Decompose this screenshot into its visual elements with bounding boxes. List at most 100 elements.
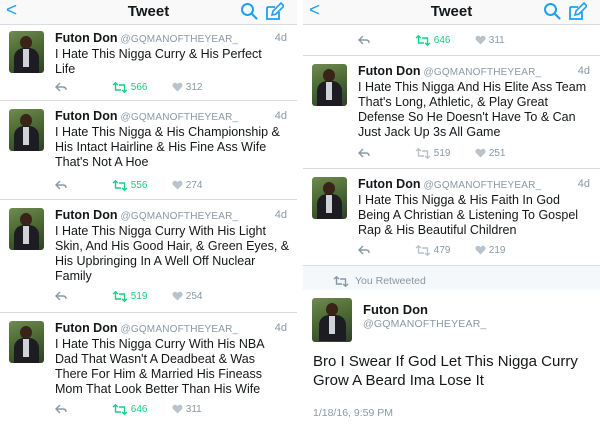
tweet-time: 4d xyxy=(577,178,590,190)
tweet-timestamp: 1/18/16, 9:59 PM xyxy=(313,407,393,419)
tweet-text: I Hate This Nigga Curry With His NBA Dad… xyxy=(55,337,265,396)
like-count: 254 xyxy=(185,291,203,302)
retweet-count: 479 xyxy=(433,245,451,256)
tweet-actions: 519 254 xyxy=(55,290,255,304)
retweet-count: 519 xyxy=(433,148,451,159)
retweet-button[interactable]: 556 xyxy=(112,179,147,193)
retweet-button[interactable]: 519 xyxy=(415,147,450,161)
tweet-actions-partial: 646 311 xyxy=(303,25,600,56)
like-count: 312 xyxy=(185,82,203,93)
like-count: 311 xyxy=(488,35,505,46)
author-name: Futon Don @GQMANOFTHEYEAR_ xyxy=(358,64,541,80)
author-handle: @GQMANOFTHEYEAR_ xyxy=(120,211,239,222)
avatar[interactable] xyxy=(9,208,44,250)
retweet-count: 646 xyxy=(130,404,148,415)
like-button[interactable]: 251 xyxy=(475,147,505,161)
tweet-time: 4d xyxy=(274,209,287,221)
reply-icon[interactable] xyxy=(55,179,67,193)
tweet-item[interactable]: Futon Don @GQMANOFTHEYEAR_ 4d I Hate This… xyxy=(0,200,297,313)
author-name-text: Futon Don xyxy=(358,64,421,78)
like-button[interactable]: 254 xyxy=(172,290,202,304)
retweet-icon xyxy=(333,275,349,287)
tweet-item[interactable]: Futon Don @GQMANOFTHEYEAR_ 4d I Hate This… xyxy=(0,25,297,101)
nav-bar: < Tweet xyxy=(0,0,297,25)
tweet-time: 4d xyxy=(274,110,287,122)
author-handle: @GQMANOFTHEYEAR_ xyxy=(120,34,239,45)
like-button[interactable]: 219 xyxy=(475,244,505,258)
retweet-button[interactable]: 646 xyxy=(415,34,450,48)
tweet-item[interactable]: Futon Don @GQMANOFTHEYEAR_ 4d I Hate This… xyxy=(0,313,297,429)
retweet-count: 519 xyxy=(130,291,148,302)
author-name: Futon Don @GQMANOFTHEYEAR_ xyxy=(55,109,238,125)
retweet-button[interactable]: 479 xyxy=(415,244,450,258)
tweet-actions: 519 251 xyxy=(358,147,558,161)
like-button[interactable]: 311 xyxy=(475,34,505,48)
author-name[interactable]: Futon Don xyxy=(363,302,428,317)
retweet-button[interactable]: 566 xyxy=(112,81,147,95)
tweet-text: Bro I Swear If God Let This Nigga Curry … xyxy=(313,353,578,389)
tweet-item[interactable]: Futon Don @GQMANOFTHEYEAR_ 4d I Hate This… xyxy=(0,101,297,200)
left-screenshot-panel: < Tweet Futon Don @GQMANOFTHEYEAR_ 4d I H… xyxy=(0,0,297,429)
tweet-text: I Hate This Nigga Curry With His Light S… xyxy=(55,224,290,283)
author-handle[interactable]: @GQMANOFTHEYEAR_ xyxy=(363,318,487,330)
search-icon[interactable] xyxy=(543,2,561,20)
reply-icon[interactable] xyxy=(55,290,67,304)
reply-icon[interactable] xyxy=(55,403,67,417)
tweet-text: I Hate This Nigga And His Elite Ass Team… xyxy=(358,80,587,139)
avatar[interactable] xyxy=(312,177,347,219)
tweet-time: 4d xyxy=(274,322,287,334)
retweet-button[interactable]: 646 xyxy=(112,403,147,417)
author-handle: @GQMANOFTHEYEAR_ xyxy=(120,324,239,335)
like-button[interactable]: 274 xyxy=(172,179,202,193)
like-count: 251 xyxy=(488,148,506,159)
reply-icon[interactable] xyxy=(358,34,370,48)
tweet-item[interactable]: Futon Don @GQMANOFTHEYEAR_ 4d I Hate This… xyxy=(303,169,600,266)
author-name-text: Futon Don xyxy=(55,208,118,222)
author-name: Futon Don @GQMANOFTHEYEAR_ xyxy=(55,321,238,337)
author-name: Futon Don @GQMANOFTHEYEAR_ xyxy=(55,31,238,47)
retweeted-label: You Retweeted xyxy=(355,275,426,287)
reply-icon[interactable] xyxy=(358,244,370,258)
nav-bar: < Tweet xyxy=(303,0,600,25)
avatar[interactable] xyxy=(9,109,44,151)
avatar[interactable] xyxy=(312,298,352,342)
retweet-count: 556 xyxy=(130,180,148,191)
author-name-text: Futon Don xyxy=(55,321,118,335)
author-name: Futon Don @GQMANOFTHEYEAR_ xyxy=(55,208,238,224)
like-button[interactable]: 312 xyxy=(172,81,202,95)
tweet-actions: 566 312 xyxy=(55,81,255,95)
tweet-text: I Hate This Nigga & His Championship & H… xyxy=(55,125,280,169)
author-handle: @GQMANOFTHEYEAR_ xyxy=(423,67,542,78)
focused-tweet: Futon Don @GQMANOFTHEYEAR_ Bro I Swear I… xyxy=(303,290,600,429)
avatar[interactable] xyxy=(9,321,44,363)
compose-icon[interactable] xyxy=(567,2,587,22)
like-count: 274 xyxy=(185,180,203,191)
author-handle: @GQMANOFTHEYEAR_ xyxy=(120,112,239,123)
author-name-text: Futon Don xyxy=(55,109,118,123)
tweet-time: 4d xyxy=(274,32,287,44)
avatar[interactable] xyxy=(9,31,44,73)
search-icon[interactable] xyxy=(240,2,258,20)
right-screenshot-panel: < Tweet 646 311 Futon Don @GQMANOFTHEYEAR… xyxy=(303,0,600,429)
tweet-text: I Hate This Nigga & His Faith In God Bei… xyxy=(358,193,579,237)
tweet-item[interactable]: Futon Don @GQMANOFTHEYEAR_ 4d I Hate This… xyxy=(303,56,600,169)
retweet-count: 646 xyxy=(433,35,451,46)
tweet-time: 4d xyxy=(577,65,590,77)
tweet-actions: 479 219 xyxy=(358,244,558,258)
reply-icon[interactable] xyxy=(55,81,67,95)
avatar[interactable] xyxy=(312,64,347,106)
like-count: 219 xyxy=(488,245,506,256)
like-count: 311 xyxy=(185,404,202,415)
author-name: Futon Don @GQMANOFTHEYEAR_ xyxy=(358,177,541,193)
retweeted-note: You Retweeted xyxy=(333,275,426,287)
author-name-text: Futon Don xyxy=(55,31,118,45)
tweet-actions: 556 274 xyxy=(55,179,255,193)
like-button[interactable]: 311 xyxy=(172,403,202,417)
retweet-count: 566 xyxy=(130,82,148,93)
tweet-text: I Hate This Nigga Curry & His Perfect Li… xyxy=(55,47,262,76)
author-name-text: Futon Don xyxy=(358,177,421,191)
reply-icon[interactable] xyxy=(358,147,370,161)
retweet-button[interactable]: 519 xyxy=(112,290,147,304)
author-handle: @GQMANOFTHEYEAR_ xyxy=(423,180,542,191)
compose-icon[interactable] xyxy=(264,2,284,22)
